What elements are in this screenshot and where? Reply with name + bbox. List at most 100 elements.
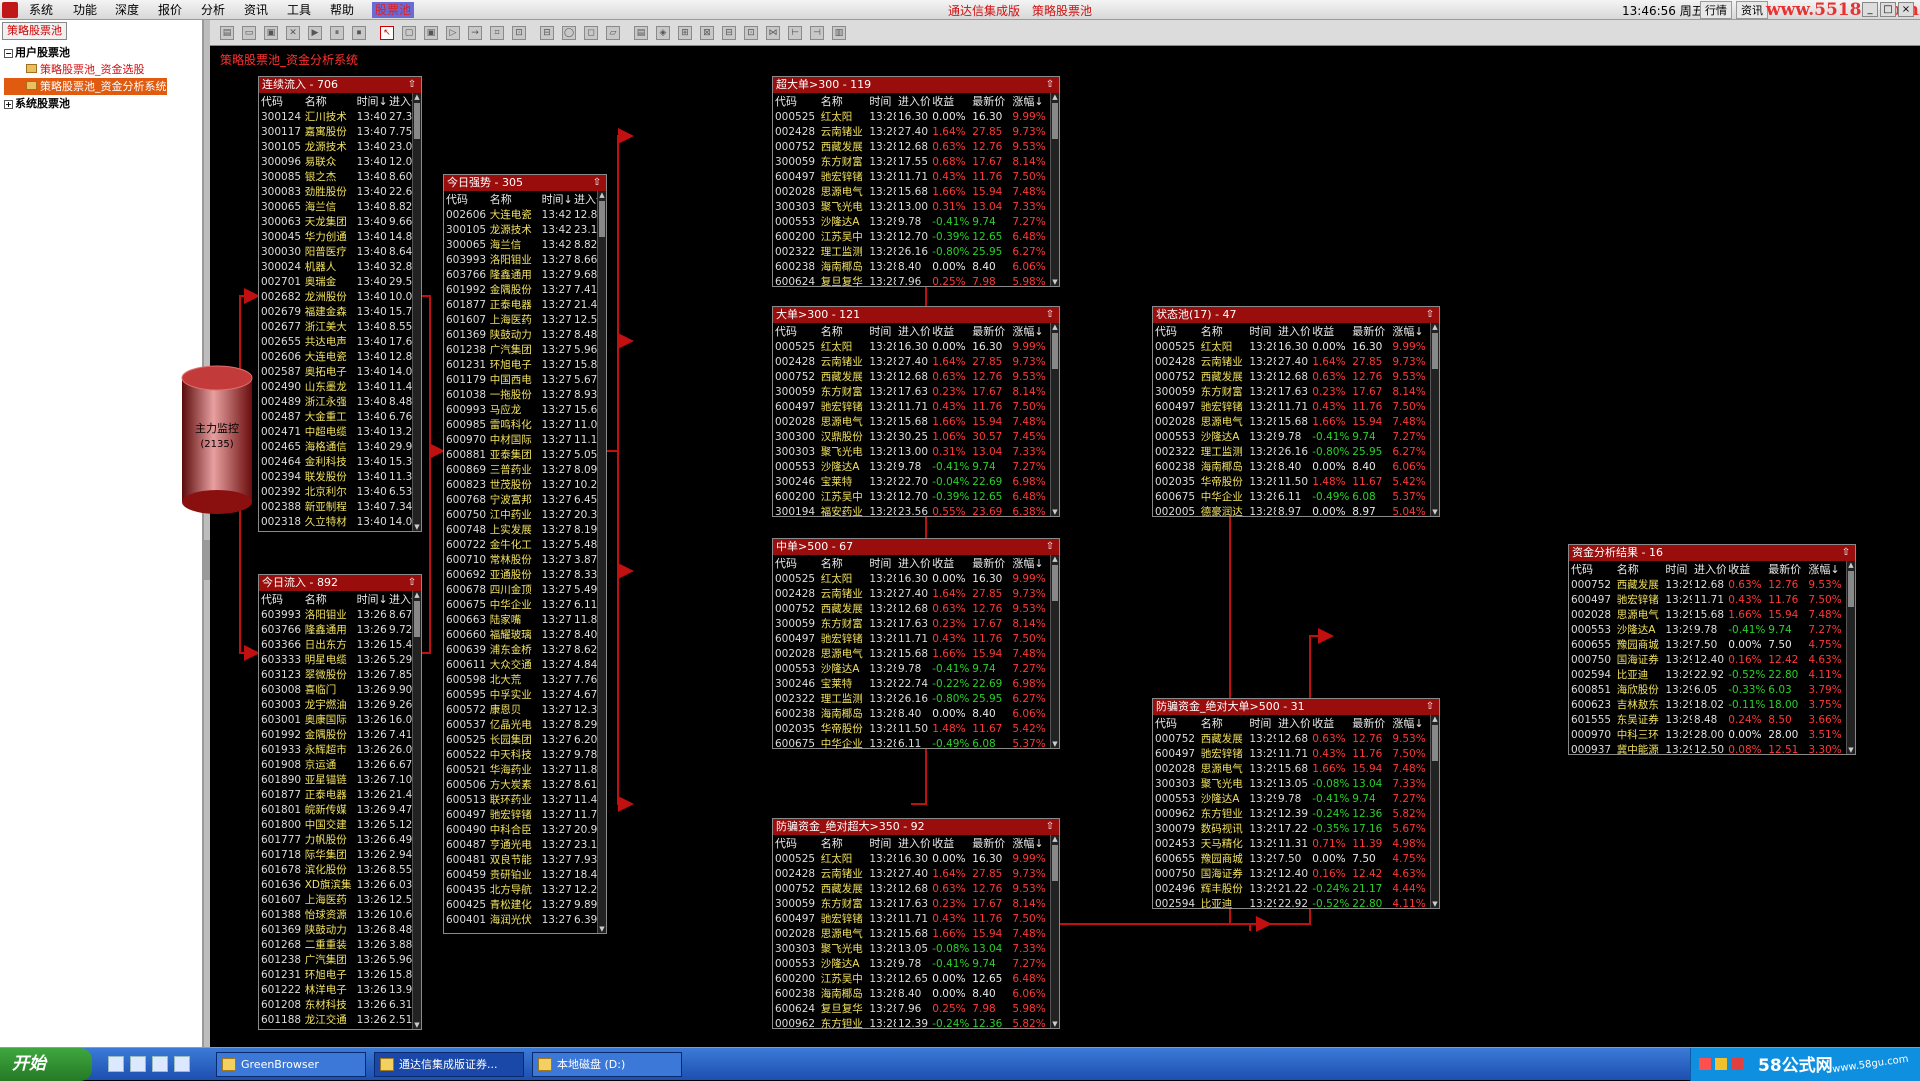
column-header[interactable]: 名称 [819,93,868,109]
column-header[interactable]: 进入价 [1276,715,1310,731]
table-row[interactable]: 000962东方钽业13:2912.39-0.24%12.365.82% [1153,806,1439,821]
tray-icon[interactable] [1699,1058,1711,1070]
table-row[interactable]: 002489 浙江永强 13:40 8.48 [259,394,421,409]
table-row[interactable]: 002028思源电气13:2815.681.66%15.947.48% [773,646,1059,661]
table-row[interactable]: 600750 江中药业 13:27 20.30 [444,507,606,522]
table-row[interactable]: 000752西藏发展13:2812.680.63%12.769.53% [773,139,1059,154]
toolbar-tool-icon[interactable]: ▭ [242,26,256,40]
menu-depth[interactable]: 深度 [112,2,142,18]
table-row[interactable]: 600692 亚通股份 13:27 8.33 [444,567,606,582]
column-header[interactable]: 代码 [259,591,303,607]
table-row[interactable]: 000553沙隆达A13:299.78-0.41%9.747.27% [1153,791,1439,806]
info-button[interactable]: 资讯 [1736,1,1768,19]
scroll-up-icon[interactable]: ▲ [1431,715,1439,723]
table-row[interactable]: 000752西藏发展13:2812.680.63%12.769.53% [1153,369,1439,384]
column-header[interactable]: 收益 [1310,323,1350,339]
table-row[interactable]: 000752西藏发展13:2912.680.63%12.769.53% [1569,577,1855,592]
minimize-icon[interactable]: _ [1862,2,1878,17]
table-row[interactable]: 600497驰宏锌锗13:2811.710.43%11.767.50% [773,169,1059,184]
column-header[interactable]: 代码 [773,323,819,339]
table-row[interactable]: 601992 金隅股份 13:27 7.41 [444,282,606,297]
quicklaunch-app-icon[interactable] [174,1056,190,1072]
scrollbar[interactable]: ▲ ▼ [1430,715,1439,908]
scroll-thumb[interactable] [1052,845,1058,881]
scroll-thumb[interactable] [1432,333,1438,369]
table-row[interactable]: 300096 易联众 13:40 12.09 [259,154,421,169]
column-header[interactable]: 时间 [1247,715,1276,731]
column-header[interactable]: 收益 [1310,715,1350,731]
table-row[interactable]: 300303聚飞光电13:2813.000.31%13.047.33% [773,444,1059,459]
table-row[interactable]: 002471 中超电缆 13:40 13.20 [259,424,421,439]
tree-user-pool[interactable]: − 用户股票池 [4,44,167,61]
table-row[interactable]: 600238海南椰岛13:288.400.00%8.406.06% [773,706,1059,721]
scrollbar[interactable]: ▲ ▼ [1050,323,1059,516]
table-row[interactable]: 603993 洛阳钼业 13:26 8.67 [259,607,421,622]
table-row[interactable]: 002005德豪润达13:288.970.00%8.975.04% [1153,504,1439,519]
table-row[interactable]: 300059东方财富13:2817.630.23%17.678.14% [773,616,1059,631]
table-row[interactable]: 600623吉林敖东13:2918.02-0.11%18.003.75% [1569,697,1855,712]
table-row[interactable]: 000752西藏发展13:2812.680.63%12.769.53% [773,369,1059,384]
column-header[interactable]: 时间 [867,555,896,571]
scroll-down-icon[interactable]: ▼ [1847,746,1855,754]
column-header[interactable]: 最新价 [970,93,1010,109]
table-row[interactable]: 603766 隆鑫通用 13:27 9.68 [444,267,606,282]
table-row[interactable]: 600675 中华企业 13:27 6.11 [444,597,606,612]
column-header[interactable]: 代码 [1569,561,1615,577]
column-header[interactable]: 进入价 [896,555,930,571]
table-row[interactable]: 002655 共达电声 13:40 17.63 [259,334,421,349]
table-row[interactable]: 002428云南锗业13:2827.401.64%27.859.73% [773,124,1059,139]
table-row[interactable]: 002028思源电气13:2815.681.66%15.947.48% [773,926,1059,941]
table-row[interactable]: 000525红太阳13:2816.300.00%16.309.99% [773,109,1059,124]
table-row[interactable]: 600985 雷鸣科化 13:27 11.04 [444,417,606,432]
table-row[interactable]: 002594比亚迪13:2922.92-0.52%22.804.11% [1153,896,1439,911]
table-row[interactable]: 601607 上海医药 13:27 12.53 [444,312,606,327]
table-row[interactable]: 601222 林洋电子 13:26 13.90 [259,982,421,997]
table-row[interactable]: 300246宝莱特13:2822.70-0.04%22.696.98% [773,474,1059,489]
scroll-up-icon[interactable]: ▲ [413,93,421,101]
toolbar-tool-icon[interactable]: ▥ [832,26,846,40]
column-header[interactable]: 收益 [930,93,970,109]
column-header[interactable]: 收益 [930,323,970,339]
table-row[interactable]: 000525红太阳13:2816.300.00%16.309.99% [1153,339,1439,354]
app-logo-icon[interactable] [2,2,18,18]
table-row[interactable]: 600490 中科合臣 13:27 20.95 [444,822,606,837]
table-row[interactable]: 601933 永辉超市 13:26 26.07 [259,742,421,757]
scroll-up-icon[interactable]: ▲ [598,191,606,199]
column-header[interactable]: 进入价 [896,323,930,339]
column-header[interactable]: 时间 [1663,561,1692,577]
pin-icon[interactable]: ⇧ [591,176,603,189]
scrollbar[interactable]: ▲ ▼ [1050,93,1059,286]
column-header[interactable]: 名称 [819,323,868,339]
table-row[interactable]: 600678 四川金顶 13:27 5.49 [444,582,606,597]
table-row[interactable]: 603766 隆鑫通用 13:26 9.72 [259,622,421,637]
table-row[interactable]: 000525红太阳13:2816.300.00%16.309.99% [773,571,1059,586]
scroll-thumb[interactable] [599,201,605,237]
table-row[interactable]: 300124 汇川技术 13:40 27.31 [259,109,421,124]
scrollbar[interactable]: ▲ ▼ [1050,555,1059,748]
table-row[interactable]: 600660 福耀玻璃 13:27 8.40 [444,627,606,642]
table-row[interactable]: 002028思源电气13:2815.681.66%15.947.48% [773,414,1059,429]
table-row[interactable]: 601238 广汽集团 13:27 5.96 [444,342,606,357]
table-row[interactable]: 601678 滨化股份 13:26 8.55 [259,862,421,877]
table-row[interactable]: 600595 中孚实业 13:27 4.67 [444,687,606,702]
table-row[interactable]: 603366 日出东方 13:26 15.45 [259,637,421,652]
scrollbar[interactable]: ▲ ▼ [1050,835,1059,1028]
table-row[interactable]: 601208 东材科技 13:26 6.31 [259,997,421,1012]
tree-capital-analysis[interactable]: 策略股票池_资金分析系统 [4,78,167,95]
table-row[interactable]: 300083 劲胜股份 13:40 22.68 [259,184,421,199]
table-row[interactable]: 002594比亚迪13:2922.92-0.52%22.804.11% [1569,667,1855,682]
column-header[interactable]: 时间↓ [355,93,387,109]
table-row[interactable]: 002606 大连电瓷 13:40 12.89 [259,349,421,364]
table-row[interactable]: 002464 金利科技 13:40 15.31 [259,454,421,469]
column-header[interactable]: 时间↓ [540,191,572,207]
column-header[interactable]: 名称 [303,93,355,109]
table-row[interactable]: 600435 北方导航 13:27 12.24 [444,882,606,897]
table-row[interactable]: 601607 上海医药 13:26 12.51 [259,892,421,907]
table-row[interactable]: 601388 怡球资源 13:26 10.62 [259,907,421,922]
table-row[interactable]: 002394 联发股份 13:40 11.36 [259,469,421,484]
table-row[interactable]: 600238海南椰岛13:288.400.00%8.406.06% [1153,459,1439,474]
scroll-down-icon[interactable]: ▼ [413,523,421,531]
table-row[interactable]: 300085 银之杰 13:40 8.60 [259,169,421,184]
table-row[interactable]: 002679 福建金森 13:40 15.73 [259,304,421,319]
close-icon[interactable]: × [1898,2,1914,17]
